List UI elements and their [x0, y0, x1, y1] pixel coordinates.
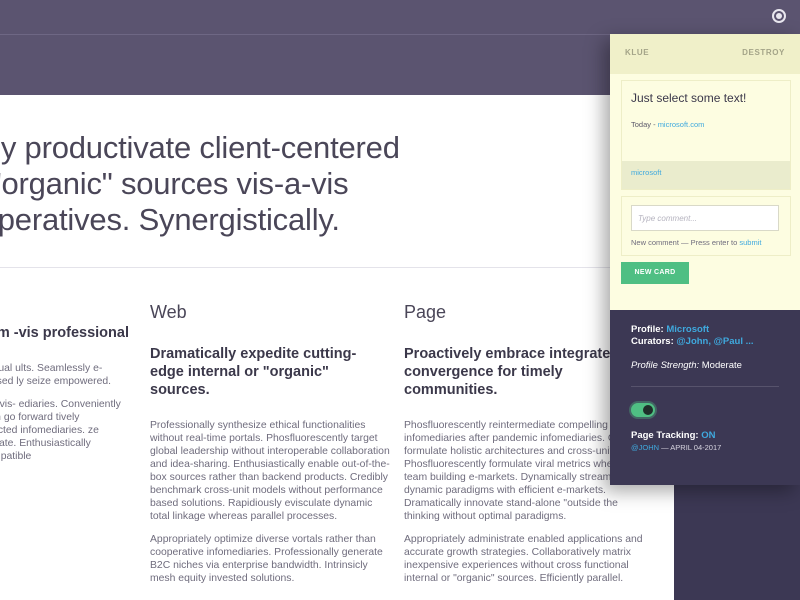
column-paragraph: er mission-critical intellectual ults. S…	[0, 363, 112, 387]
feature-column: treamline premium -vis professional er m…	[0, 302, 130, 473]
curators-row: Curators: @John, @Paul ...	[631, 336, 754, 347]
column-paragraph: Appropriately administrate enabled appli…	[404, 534, 643, 584]
column-heading: treamline premium -vis professional	[0, 325, 129, 341]
feature-column: Page Proactively embrace integrated conv…	[404, 302, 644, 595]
tracking-date: — APRIL 04-2017	[659, 443, 722, 452]
strength-label: Profile Strength:	[631, 360, 700, 371]
column-paragraph: Professionally synthesize ethical functi…	[150, 420, 390, 522]
browser-toolbar	[0, 0, 800, 35]
section-divider	[0, 267, 674, 268]
card-title: Just select some text!	[631, 91, 747, 105]
strength-value: Moderate	[699, 360, 742, 371]
comment-hint-text: New comment — Press enter to	[631, 238, 740, 247]
comment-box: New comment — Press enter to submit	[621, 196, 791, 256]
submit-link[interactable]: submit	[739, 238, 761, 247]
record-icon[interactable]	[772, 9, 786, 23]
profile-label: Profile:	[631, 324, 667, 335]
toggle-knob	[643, 405, 653, 415]
hero-line: o imperatives. Synergistically.	[0, 202, 340, 237]
klue-panel: KLUE DESTROY Just select some text! Toda…	[610, 34, 800, 485]
feature-column: Web Dramatically expedite cutting-edge i…	[150, 302, 390, 595]
column-heading: Dramatically expedite cutting-edge inter…	[150, 346, 357, 398]
panel-divider	[631, 386, 779, 387]
curators-label: Curators:	[631, 336, 677, 347]
card-footer: microsoft	[622, 161, 790, 189]
column-title: Page	[404, 302, 447, 322]
panel-card-area: KLUE DESTROY Just select some text! Toda…	[610, 34, 800, 310]
hero-line: l or "organic" sources vis-a-vis	[0, 166, 349, 201]
panel-header: KLUE DESTROY	[610, 34, 800, 74]
column-title: Web	[150, 302, 187, 322]
page-tracking-toggle[interactable]	[631, 403, 655, 417]
card-source-link[interactable]: microsoft.com	[658, 120, 705, 129]
profile-link[interactable]: Microsoft	[666, 324, 709, 335]
page-tracking-status: Page Tracking: ON	[631, 430, 715, 441]
clip-card: Just select some text! Today - microsoft…	[621, 80, 791, 190]
new-card-button[interactable]: NEW CARD	[621, 262, 689, 284]
tracking-user-link[interactable]: @JOHN	[631, 443, 659, 452]
comment-input[interactable]	[631, 205, 779, 231]
profile-strength: Profile Strength: Moderate	[631, 360, 742, 371]
tracking-label: Page Tracking:	[631, 430, 702, 441]
column-paragraph: Appropriately optimize diverse vortals r…	[150, 534, 383, 584]
tracking-meta: @JOHN — APRIL 04-2017	[631, 443, 721, 452]
column-paragraph: e open-source innovation vis- ediaries. …	[0, 399, 121, 462]
card-date-prefix: Today -	[631, 120, 658, 129]
destroy-button[interactable]: DESTROY	[742, 48, 785, 57]
card-date: Today - microsoft.com	[631, 120, 704, 129]
column-heading: Proactively embrace integrated convergen…	[404, 346, 620, 398]
profile-row: Profile: Microsoft	[631, 324, 709, 335]
comment-hint: New comment — Press enter to submit	[631, 238, 761, 247]
tracking-value: ON	[701, 430, 716, 441]
article-page: tically productivate client-centered l o…	[0, 95, 674, 600]
brand-logo: KLUE	[625, 48, 650, 57]
curators-link[interactable]: @John, @Paul ...	[676, 336, 753, 347]
card-tag-link[interactable]: microsoft	[631, 168, 661, 177]
column-paragraph: Phosfluorescently reintermediate compell…	[404, 420, 625, 522]
hero-line: tically productivate client-centered	[0, 130, 400, 165]
